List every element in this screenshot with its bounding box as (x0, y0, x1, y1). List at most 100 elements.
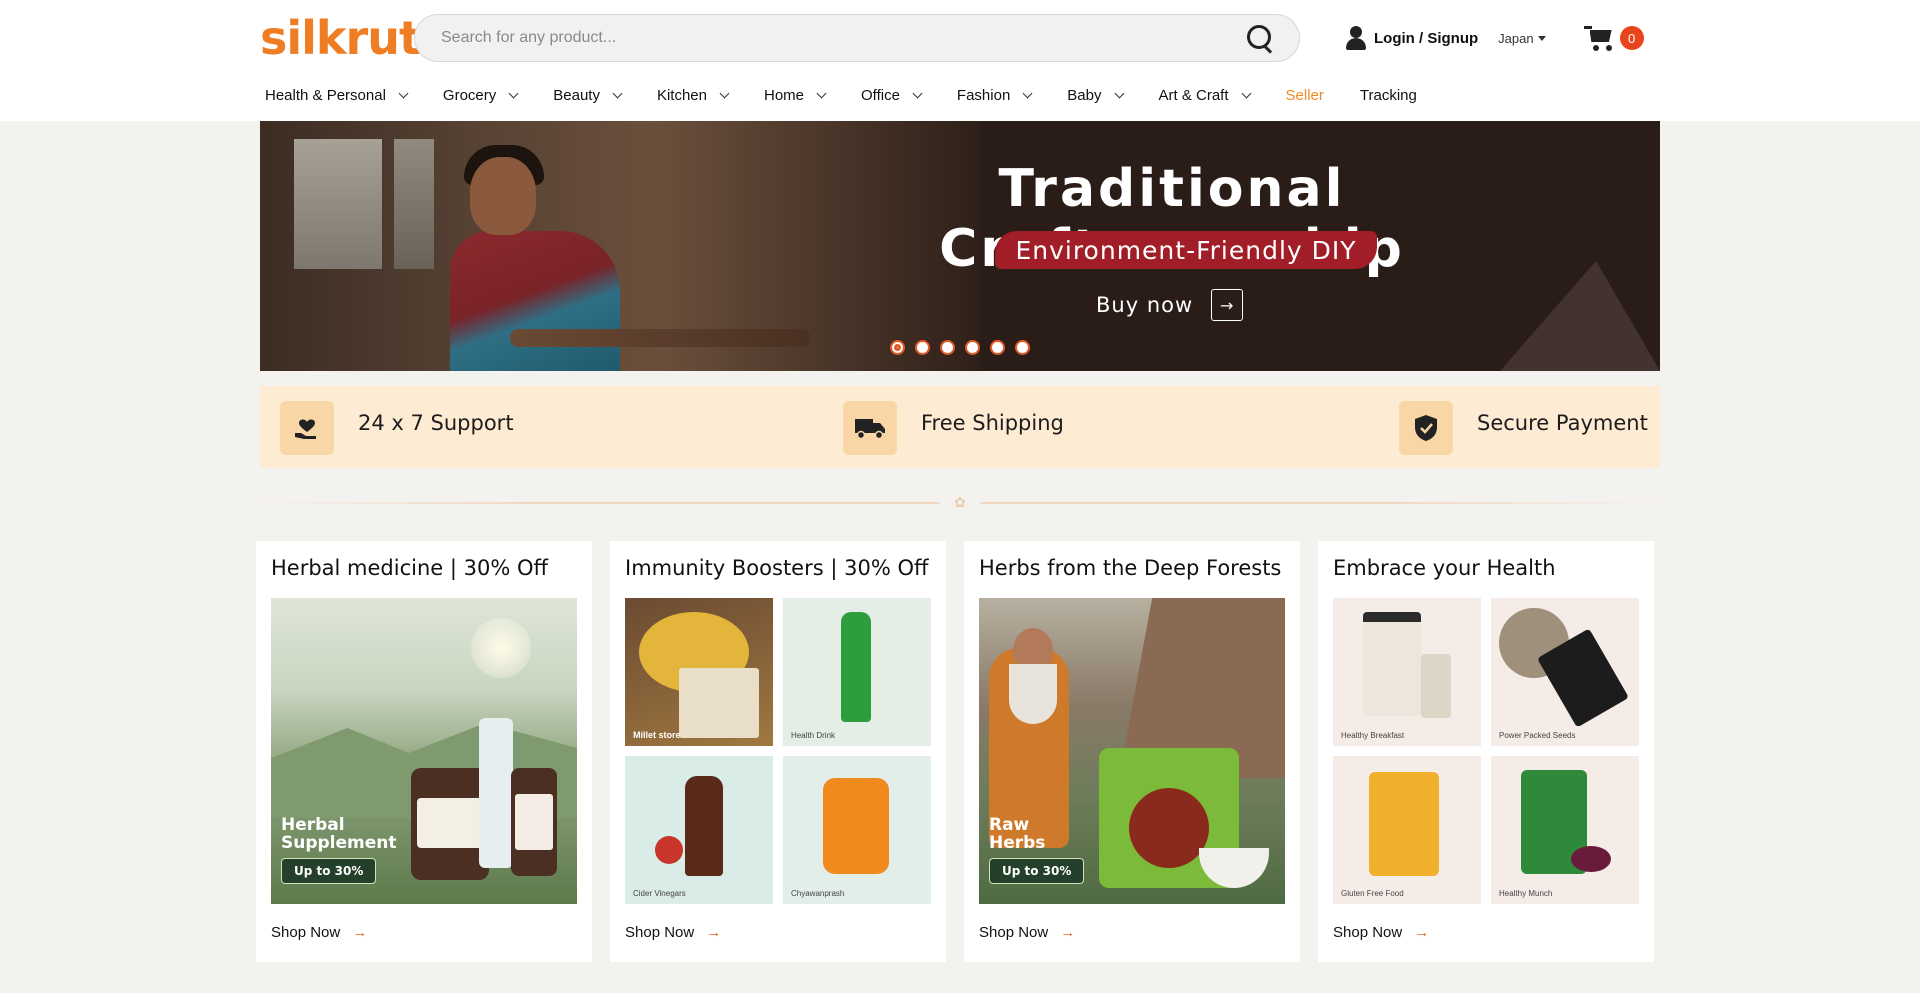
nav-item-baby[interactable]: Baby (1067, 86, 1124, 104)
card-title: Herbal medicine | 30% Off (271, 556, 548, 580)
arrow-right-icon: → (1060, 924, 1076, 941)
shop-now-label: Shop Now (625, 924, 695, 941)
chevron-down-icon (816, 88, 827, 98)
discount-badge: Up to 30% (281, 858, 377, 884)
product-tile-healthy-munch[interactable]: Healthy Munch (1491, 756, 1639, 904)
nav-label: Seller (1285, 86, 1324, 104)
discount-badge: Up to 30% (989, 858, 1085, 884)
chevron-down-icon (719, 88, 730, 98)
cart-icon (1583, 25, 1614, 51)
caret-down-icon (1537, 35, 1546, 41)
nav-item-grocery[interactable]: Grocery (443, 87, 519, 104)
nav-item-art-craft[interactable]: Art & Craft (1158, 86, 1251, 104)
tile-caption: Power Packed Seeds (1499, 731, 1576, 740)
user-icon (1346, 26, 1366, 50)
banner-subtitle: Environment-Friendly DIY (995, 231, 1377, 269)
site-logo[interactable]: silkrute (260, 10, 451, 66)
product-tile-gluten-free[interactable]: Gluten Free Food (1333, 756, 1481, 904)
cart-count-badge: 0 (1619, 26, 1644, 50)
chevron-down-icon (1022, 88, 1033, 98)
product-tile-health-drink[interactable]: Health Drink (783, 598, 931, 746)
nav-item-beauty[interactable]: Beauty (553, 87, 623, 104)
arrow-right-icon: → (352, 924, 368, 941)
hero-caption: Raw Herbs Up to 30% (989, 816, 1085, 884)
arrow-right-icon: → (1211, 289, 1244, 321)
chevron-down-icon (1114, 88, 1124, 98)
nav-label: Office (861, 86, 900, 104)
divider-ornament-icon: ✿ (940, 494, 980, 510)
search-bar (414, 14, 1300, 62)
product-tile-millet[interactable]: Millet store (625, 598, 773, 746)
shop-now-label: Shop Now (1333, 924, 1403, 941)
cart-button[interactable]: 0 (1583, 25, 1644, 51)
site-header: silkrute Login / Signup Japan 0 Health &… (0, 0, 1920, 121)
nav-item-home[interactable]: Home (764, 86, 827, 104)
tile-caption: Gluten Free Food (1341, 889, 1404, 898)
shop-now-link[interactable]: Shop Now → (625, 924, 721, 941)
search-icon[interactable] (1245, 23, 1275, 53)
feature-support: 24 x 7 Support (280, 401, 514, 455)
chevron-down-icon (398, 88, 409, 98)
nav-item-tracking[interactable]: Tracking (1360, 87, 1417, 104)
feature-label: 24 x 7 Support (358, 411, 514, 435)
nav-item-office[interactable]: Office (861, 86, 923, 104)
card-title: Embrace your Health (1333, 556, 1556, 580)
carousel-dot-4[interactable] (965, 340, 980, 355)
nav-label: Baby (1067, 86, 1102, 104)
card-title: Immunity Boosters | 30% Off (625, 556, 929, 580)
promo-card-deep-forests: Herbs from the Deep Forests Raw Herbs Up… (964, 541, 1300, 962)
buy-now-button[interactable]: Buy now → (1096, 289, 1244, 321)
feature-label: Secure Payment (1477, 411, 1648, 435)
carousel-dot-2[interactable] (915, 340, 930, 355)
arrow-right-icon: → (706, 924, 722, 941)
tile-caption: Health Drink (791, 731, 836, 740)
chevron-down-icon (1241, 88, 1251, 98)
product-tile-cider-vinegars[interactable]: Cider Vinegars (625, 756, 773, 904)
hero-banner[interactable]: Traditional Craftsmanship Environment-Fr… (260, 121, 1660, 371)
promo-card-herbal-medicine: Herbal medicine | 30% Off Herbal Supplem… (256, 541, 592, 962)
carousel-dot-6[interactable] (1015, 340, 1030, 355)
category-nav: Health & Personal Grocery Beauty Kitchen… (265, 80, 1453, 110)
chevron-down-icon (912, 88, 923, 98)
card-hero-image[interactable]: Raw Herbs Up to 30% (979, 598, 1285, 904)
card-title: Herbs from the Deep Forests (979, 556, 1282, 580)
shop-now-link[interactable]: Shop Now → (271, 924, 367, 941)
tile-caption: Chyawanprash (791, 889, 845, 898)
tile-caption: Millet store (633, 730, 681, 740)
shop-now-label: Shop Now (271, 924, 341, 941)
carousel-dot-1[interactable] (890, 340, 905, 355)
carousel-dot-5[interactable] (990, 340, 1005, 355)
tile-caption: Healthy Munch (1499, 889, 1553, 898)
nav-item-kitchen[interactable]: Kitchen (656, 86, 730, 104)
nav-item-seller[interactable]: Seller (1286, 87, 1324, 104)
promo-card-embrace-health: Embrace your Health Healthy Breakfast Po… (1318, 541, 1654, 962)
shop-now-link[interactable]: Shop Now → (979, 924, 1075, 941)
product-tile-power-seeds[interactable]: Power Packed Seeds (1491, 598, 1639, 746)
country-label: Japan (1498, 30, 1534, 46)
tile-caption: Healthy Breakfast (1341, 731, 1405, 740)
card-hero-image[interactable]: Herbal Supplement Up to 30% (271, 598, 577, 904)
nav-label: Kitchen (656, 86, 707, 104)
nav-label: Tracking (1359, 86, 1417, 104)
shop-now-link[interactable]: Shop Now → (1333, 924, 1429, 941)
features-strip: 24 x 7 Support Free Shipping Secure Paym… (260, 386, 1660, 468)
product-tile-chyawanprash[interactable]: Chyawanprash (783, 756, 931, 904)
carousel-dot-3[interactable] (940, 340, 955, 355)
search-input[interactable] (441, 29, 1245, 47)
nav-label: Home (764, 86, 805, 104)
product-tile-grid: Millet store Health Drink Cider Vinegars… (625, 598, 931, 904)
nav-label: Art & Craft (1158, 86, 1229, 104)
chevron-down-icon (612, 88, 623, 98)
nav-item-fashion[interactable]: Fashion (956, 86, 1033, 104)
country-selector[interactable]: Japan (1498, 30, 1546, 46)
hero-caption: Herbal Supplement Up to 30% (281, 816, 397, 884)
nav-item-health-personal[interactable]: Health & Personal (265, 86, 409, 104)
product-tile-healthy-breakfast[interactable]: Healthy Breakfast (1333, 598, 1481, 746)
tile-caption: Cider Vinegars (633, 889, 686, 898)
shop-now-label: Shop Now (979, 924, 1049, 941)
buy-now-label: Buy now (1096, 293, 1194, 317)
login-signup-link[interactable]: Login / Signup (1346, 26, 1478, 50)
nav-label: Fashion (956, 86, 1011, 104)
nav-label: Health & Personal (265, 86, 386, 104)
hand-heart-icon (280, 401, 334, 455)
